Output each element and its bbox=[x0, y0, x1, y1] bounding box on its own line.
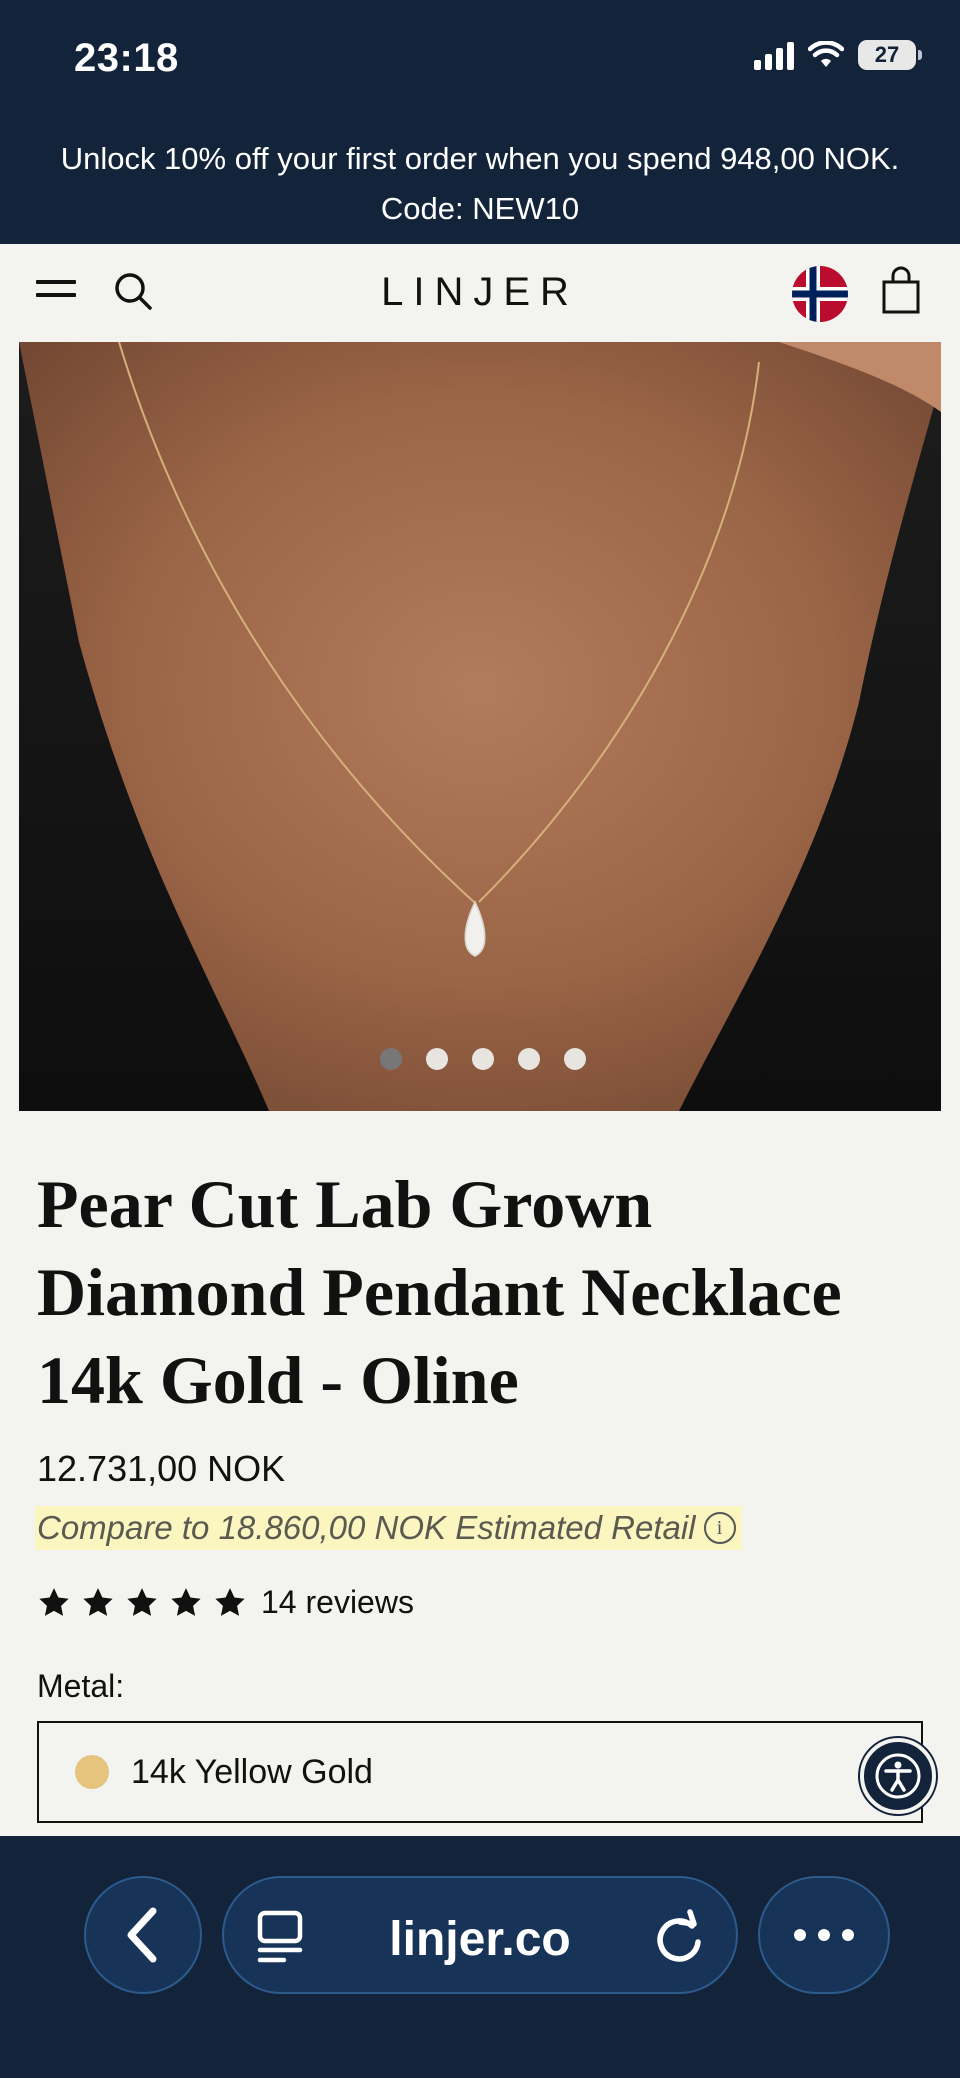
metal-select[interactable]: 14k Yellow Gold bbox=[37, 1721, 923, 1823]
product-image[interactable] bbox=[19, 342, 941, 1111]
accessibility-button[interactable] bbox=[860, 1738, 936, 1814]
product-title-line: Pear Cut Lab Grown bbox=[37, 1166, 653, 1242]
star-icon bbox=[39, 1587, 69, 1616]
back-button[interactable] bbox=[84, 1876, 202, 1994]
reload-icon[interactable] bbox=[652, 1908, 706, 1966]
promo-line-2: Code: NEW10 bbox=[380, 191, 580, 226]
promo-line-1: Unlock 10% off your first order when you… bbox=[60, 141, 900, 176]
address-bar[interactable]: linjer.co bbox=[222, 1876, 738, 1994]
carousel-dots bbox=[19, 1048, 941, 1070]
star-icon bbox=[83, 1587, 113, 1616]
accessibility-icon bbox=[875, 1753, 921, 1799]
battery-level: 27 bbox=[874, 42, 900, 67]
carousel-dot[interactable] bbox=[380, 1048, 402, 1070]
dot-icon bbox=[818, 1929, 830, 1941]
carousel-dot[interactable] bbox=[472, 1048, 494, 1070]
carousel-dot[interactable] bbox=[564, 1048, 586, 1070]
site-header: LINJER bbox=[0, 244, 960, 342]
status-bar: 23:18 27 bbox=[0, 0, 960, 120]
compare-price: Compare to 18.860,00 NOK Estimated Retai… bbox=[35, 1506, 742, 1550]
star-icon bbox=[215, 1587, 245, 1616]
dot-icon bbox=[842, 1929, 854, 1941]
status-icons: 27 bbox=[754, 40, 922, 70]
wifi-icon bbox=[808, 41, 844, 69]
metal-label: Metal: bbox=[37, 1668, 125, 1704]
dot-icon bbox=[794, 1929, 806, 1941]
chevron-left-icon bbox=[127, 1907, 157, 1963]
info-icon[interactable]: i bbox=[703, 1512, 736, 1544]
product-price: 12.731,00 NOK bbox=[37, 1448, 286, 1489]
reviews-link[interactable]: 14 reviews bbox=[37, 1584, 414, 1621]
star-rating bbox=[37, 1586, 247, 1620]
metal-swatch bbox=[75, 1755, 109, 1789]
star-icon bbox=[171, 1587, 201, 1616]
browser-toolbar: linjer.co bbox=[0, 1836, 960, 2078]
compare-price-text: Compare to 18.860,00 NOK Estimated Retai… bbox=[37, 1509, 696, 1546]
product-title-line: 14k Gold - Oline bbox=[37, 1342, 519, 1418]
search-icon[interactable] bbox=[112, 270, 156, 314]
star-icon bbox=[127, 1587, 157, 1616]
carousel-dot[interactable] bbox=[518, 1048, 540, 1070]
product-title-line: Diamond Pendant Necklace bbox=[37, 1254, 842, 1330]
battery-icon: 27 bbox=[858, 40, 922, 70]
shopping-bag-icon[interactable] bbox=[880, 266, 922, 316]
status-time: 23:18 bbox=[74, 36, 179, 80]
norway-flag-icon[interactable] bbox=[792, 266, 848, 322]
review-count: 14 reviews bbox=[261, 1584, 414, 1620]
metal-value: 14k Yellow Gold bbox=[131, 1752, 373, 1791]
necklace-photo bbox=[19, 342, 941, 1111]
more-button[interactable] bbox=[758, 1876, 890, 1994]
signal-icon bbox=[754, 40, 794, 70]
carousel-dot[interactable] bbox=[426, 1048, 448, 1070]
product-title: Pear Cut Lab Grown Diamond Pendant Neckl… bbox=[37, 1160, 917, 1424]
menu-icon[interactable] bbox=[36, 280, 76, 306]
promo-banner[interactable]: Unlock 10% off your first order when you… bbox=[0, 120, 960, 244]
